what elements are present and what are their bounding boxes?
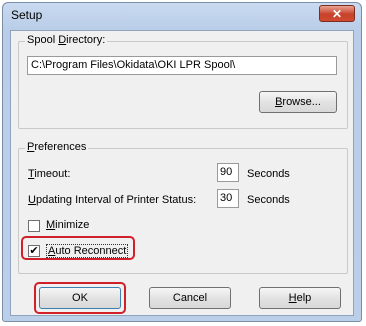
setup-dialog: Setup ✕ Spool Directory: C:\Program File… bbox=[2, 2, 362, 322]
minimize-label[interactable]: Minimize bbox=[46, 219, 89, 231]
update-interval-label: Updating Interval of Printer Status: bbox=[28, 194, 197, 206]
timeout-value: 90 bbox=[220, 166, 233, 178]
browse-button[interactable]: Browse... bbox=[259, 91, 337, 113]
ok-button-highlight bbox=[34, 282, 126, 314]
cancel-button[interactable]: Cancel bbox=[149, 287, 231, 309]
timeout-unit: Seconds bbox=[247, 168, 290, 180]
window-title: Setup bbox=[11, 8, 43, 22]
update-interval-input[interactable]: 30 bbox=[217, 189, 239, 208]
spool-directory-group: Spool Directory: C:\Program Files\Okidat… bbox=[18, 34, 348, 129]
close-icon: ✕ bbox=[331, 7, 343, 21]
spool-directory-value: C:\Program Files\Okidata\OKI LPR Spool\ bbox=[31, 59, 236, 71]
spool-directory-input[interactable]: C:\Program Files\Okidata\OKI LPR Spool\ bbox=[27, 56, 337, 75]
spool-directory-legend: Spool Directory: bbox=[25, 34, 108, 46]
timeout-label: Timeout: bbox=[28, 168, 71, 180]
close-button[interactable]: ✕ bbox=[319, 5, 355, 22]
help-button[interactable]: Help bbox=[259, 287, 341, 309]
preferences-legend: Preferences bbox=[25, 141, 89, 153]
update-interval-value: 30 bbox=[220, 192, 233, 204]
title-bar[interactable]: Setup ✕ bbox=[3, 3, 361, 27]
dialog-client-area: Spool Directory: C:\Program Files\Okidat… bbox=[10, 30, 354, 316]
minimize-checkbox[interactable] bbox=[28, 220, 40, 232]
timeout-input[interactable]: 90 bbox=[217, 163, 239, 182]
update-interval-unit: Seconds bbox=[247, 194, 290, 206]
auto-reconnect-highlight bbox=[21, 236, 135, 260]
